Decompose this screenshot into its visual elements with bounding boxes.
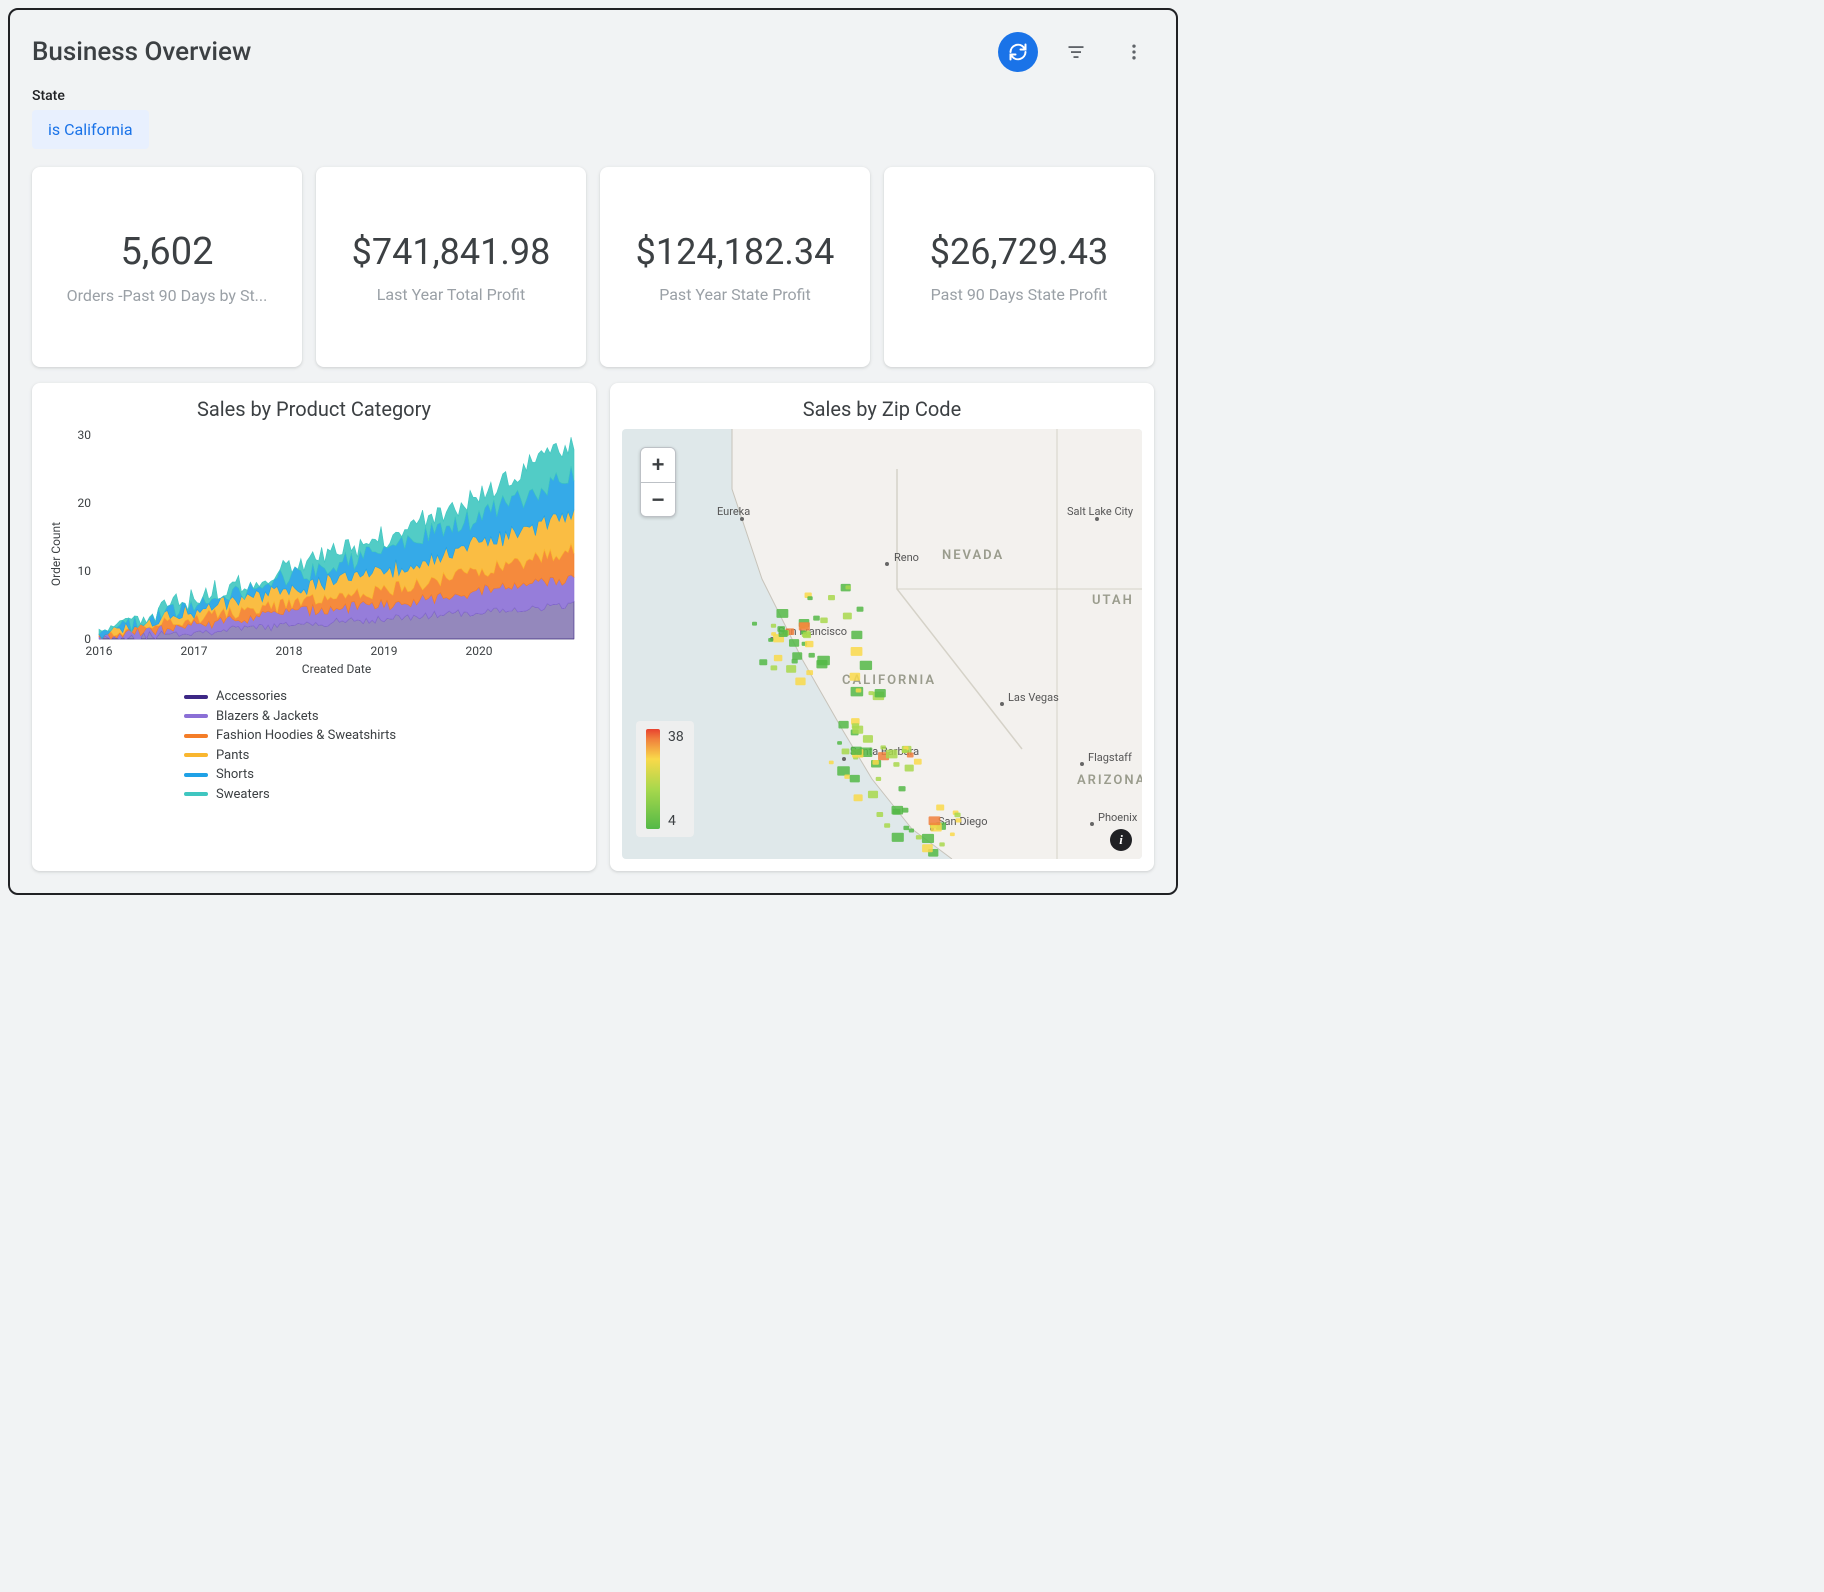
legend-item: Fashion Hoodies & Sweatshirts	[184, 726, 584, 746]
filter-icon	[1066, 42, 1086, 62]
svg-text:2019: 2019	[371, 644, 398, 658]
kpi-label: Orders -Past 90 Days by St...	[67, 286, 268, 305]
map-legend-gradient	[646, 729, 660, 829]
svg-text:Flagstaff: Flagstaff	[1088, 751, 1132, 764]
svg-text:Reno: Reno	[894, 551, 919, 564]
kpi-label: Past Year State Profit	[659, 285, 811, 304]
legend-item: Shorts	[184, 765, 584, 785]
map-info-button[interactable]: i	[1110, 829, 1132, 851]
dashboard-frame: Business Overview State is C	[8, 8, 1178, 895]
more-icon	[1124, 42, 1144, 62]
svg-text:20: 20	[78, 496, 92, 510]
chart-title: Sales by Product Category	[44, 397, 584, 421]
chart-row: Sales by Product Category 01020302016201…	[32, 383, 1154, 871]
map-state-nevada: NEVADA	[942, 548, 1004, 563]
svg-text:Eureka: Eureka	[717, 505, 750, 518]
kpi-card-past-90-state-profit[interactable]: $26,729.43 Past 90 Days State Profit	[884, 167, 1154, 367]
svg-text:2016: 2016	[86, 644, 113, 658]
kpi-value: 5,602	[121, 230, 214, 274]
map-svg: CALIFORNIA NEVADA UTAH ARIZONA Eureka Re…	[622, 429, 1142, 859]
legend-item: Sweaters	[184, 785, 584, 805]
kpi-value: $26,729.43	[930, 231, 1108, 273]
svg-text:10: 10	[78, 564, 92, 578]
more-button[interactable]	[1114, 32, 1154, 72]
legend-swatch	[184, 792, 208, 796]
filter-label: State	[32, 88, 1154, 104]
sales-by-category-card[interactable]: Sales by Product Category 01020302016201…	[32, 383, 596, 871]
kpi-label: Past 90 Days State Profit	[931, 285, 1108, 304]
legend-label: Shorts	[216, 765, 254, 785]
sales-legend: AccessoriesBlazers & JacketsFashion Hood…	[184, 687, 584, 804]
legend-swatch	[184, 714, 208, 718]
map-zoom-out-button[interactable]: −	[641, 482, 675, 516]
map-container[interactable]: CALIFORNIA NEVADA UTAH ARIZONA Eureka Re…	[622, 429, 1142, 859]
legend-item: Pants	[184, 746, 584, 766]
map-legend: 38 4	[636, 721, 694, 837]
map-state-arizona: ARIZONA	[1077, 773, 1142, 788]
legend-label: Accessories	[216, 687, 287, 707]
map-title: Sales by Zip Code	[622, 397, 1142, 421]
kpi-card-last-year-profit[interactable]: $741,841.98 Last Year Total Profit	[316, 167, 586, 367]
map-legend-max: 38	[668, 729, 684, 745]
refresh-button[interactable]	[998, 32, 1038, 72]
kpi-row: 5,602 Orders -Past 90 Days by St... $741…	[32, 167, 1154, 367]
kpi-card-orders[interactable]: 5,602 Orders -Past 90 Days by St...	[32, 167, 302, 367]
sales-by-category-chart: 010203020162017201820192020Order CountCr…	[44, 429, 584, 679]
kpi-card-past-year-state-profit[interactable]: $124,182.34 Past Year State Profit	[600, 167, 870, 367]
svg-text:Order Count: Order Count	[49, 522, 63, 586]
filter-section: State is California	[32, 88, 1154, 149]
map-legend-min: 4	[668, 813, 684, 829]
page-title: Business Overview	[32, 37, 251, 67]
sales-by-zip-card[interactable]: Sales by Zip Code CALIFORNIA NEVADA UTAH	[610, 383, 1154, 871]
filter-chip-state[interactable]: is California	[32, 110, 149, 149]
svg-text:Salt Lake City: Salt Lake City	[1067, 505, 1134, 518]
svg-text:Created Date: Created Date	[302, 662, 371, 676]
legend-item: Accessories	[184, 687, 584, 707]
kpi-value: $741,841.98	[352, 231, 551, 273]
legend-swatch	[184, 695, 208, 699]
legend-label: Fashion Hoodies & Sweatshirts	[216, 726, 396, 746]
svg-text:Las Vegas: Las Vegas	[1008, 691, 1059, 704]
legend-swatch	[184, 773, 208, 777]
svg-text:30: 30	[78, 429, 92, 442]
map-zoom-in-button[interactable]: +	[641, 448, 675, 482]
legend-label: Sweaters	[216, 785, 270, 805]
legend-swatch	[184, 734, 208, 738]
legend-swatch	[184, 753, 208, 757]
header-actions	[998, 32, 1154, 72]
kpi-label: Last Year Total Profit	[377, 285, 525, 304]
svg-text:2018: 2018	[276, 644, 303, 658]
filter-button[interactable]	[1056, 32, 1096, 72]
legend-item: Blazers & Jackets	[184, 707, 584, 727]
svg-text:2020: 2020	[466, 644, 493, 658]
legend-label: Pants	[216, 746, 249, 766]
refresh-icon	[1008, 42, 1028, 62]
svg-text:2017: 2017	[181, 644, 208, 658]
map-zoom-controls: + −	[640, 447, 676, 517]
kpi-value: $124,182.34	[636, 231, 835, 273]
map-state-utah: UTAH	[1092, 593, 1134, 608]
header-row: Business Overview	[32, 32, 1154, 72]
legend-label: Blazers & Jackets	[216, 707, 319, 727]
svg-text:Phoenix: Phoenix	[1098, 811, 1138, 824]
filter-chip-text: is California	[48, 120, 133, 139]
